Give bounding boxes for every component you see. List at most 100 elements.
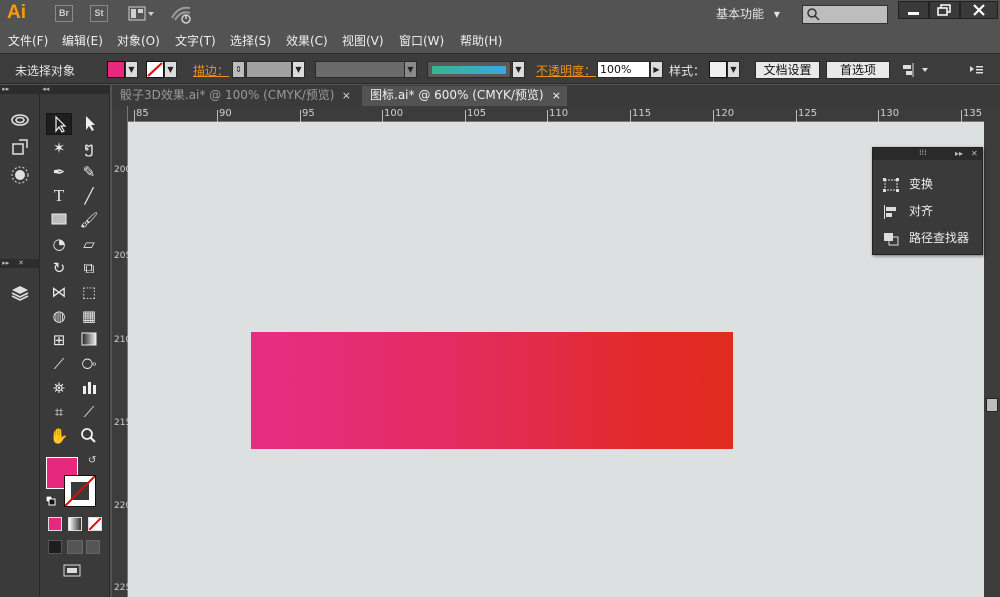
- none-mode-icon[interactable]: [88, 517, 102, 531]
- document-setup-button[interactable]: 文档设置: [755, 61, 820, 79]
- opacity-dropdown[interactable]: ▶: [650, 61, 663, 78]
- stroke-color-swatch[interactable]: [64, 475, 96, 507]
- mesh-tool-icon[interactable]: ⊞: [46, 329, 72, 351]
- slice-tool-icon[interactable]: ⟋: [76, 401, 102, 423]
- preferences-button[interactable]: 首选项: [826, 61, 890, 79]
- shaper-tool-icon[interactable]: ◔: [46, 233, 72, 255]
- menu-view[interactable]: 视图(V): [342, 32, 384, 49]
- restore-button[interactable]: [929, 1, 960, 19]
- fill-dropdown[interactable]: ▼: [125, 61, 138, 78]
- blend-tool-icon[interactable]: ⧂: [76, 353, 102, 375]
- menu-file[interactable]: 文件(F): [8, 32, 48, 49]
- workspace-switcher[interactable]: 基本功能 ▾: [716, 5, 780, 22]
- symbol-sprayer-tool-icon[interactable]: ⛯: [46, 377, 72, 399]
- scale-tool-icon[interactable]: ⧉: [76, 257, 102, 279]
- gradient-rectangle[interactable]: [251, 332, 733, 449]
- fill-swatch[interactable]: [107, 61, 125, 78]
- vertical-scrollbar[interactable]: [984, 106, 1000, 597]
- stock-button[interactable]: St: [90, 5, 108, 22]
- menu-window[interactable]: 窗口(W): [399, 32, 444, 49]
- selection-tool-icon[interactable]: [46, 113, 72, 135]
- menu-select[interactable]: 选择(S): [230, 32, 271, 49]
- default-fill-stroke-icon[interactable]: [45, 495, 56, 506]
- eyedropper-tool-icon[interactable]: ⟋: [46, 353, 72, 375]
- line-segment-tool-icon[interactable]: ╱: [76, 185, 102, 207]
- tab-close-icon[interactable]: ×: [342, 86, 351, 105]
- menu-edit[interactable]: 编辑(E): [62, 32, 103, 49]
- pen-tool-icon[interactable]: ✒: [46, 161, 72, 183]
- shape-builder-tool-icon[interactable]: ◍: [46, 305, 72, 327]
- hand-tool-icon[interactable]: ✋: [46, 425, 72, 447]
- tab-dice-3d[interactable]: 骰子3D效果.ai* @ 100% (CMYK/预览) ×: [112, 86, 357, 106]
- close-icon[interactable]: ✕: [971, 148, 978, 160]
- bridge-button[interactable]: Br: [55, 5, 73, 22]
- draw-inside-icon[interactable]: [86, 540, 100, 554]
- brush-definition[interactable]: [427, 61, 511, 78]
- stroke-dropdown[interactable]: ▼: [164, 61, 177, 78]
- stroke-weight-input[interactable]: [246, 61, 292, 78]
- tools-panel: ◂◂ ✶ ໆ ✒ ✎ T ╱ 🖌 ◔ ▱ ↻ ⧉ ⋈ ⬚ ◍ ▦ ⊞ ⟋ ⧂ ⛯…: [40, 85, 110, 597]
- dock-collapse-handle[interactable]: ▸▸: [0, 85, 40, 94]
- menu-effect[interactable]: 效果(C): [286, 32, 328, 49]
- stroke-label[interactable]: 描边：: [193, 62, 229, 79]
- width-tool-icon[interactable]: ⋈: [46, 281, 72, 303]
- stroke-weight-stepper[interactable]: ⇕: [232, 61, 245, 78]
- column-graph-tool-icon[interactable]: [76, 377, 102, 399]
- eraser-tool-icon[interactable]: ▱: [76, 233, 102, 255]
- artboard-tool-icon[interactable]: ⌗: [46, 401, 72, 423]
- collapse-icon[interactable]: ▸▸: [955, 148, 963, 160]
- layers-icon[interactable]: [10, 283, 30, 303]
- rectangle-tool-icon[interactable]: [46, 209, 72, 231]
- scrollbar-thumb[interactable]: [986, 398, 998, 412]
- graphic-style-dropdown[interactable]: ▼: [727, 61, 740, 78]
- color-mode-icon[interactable]: [48, 517, 62, 531]
- control-panel-menu-icon[interactable]: [968, 63, 984, 77]
- canvas-area[interactable]: [128, 122, 984, 597]
- swap-fill-stroke-icon[interactable]: ↺: [88, 455, 100, 467]
- perspective-grid-tool-icon[interactable]: ▦: [76, 305, 102, 327]
- direct-selection-tool-icon[interactable]: [76, 113, 102, 135]
- stroke-swatch[interactable]: [146, 61, 164, 78]
- variable-width-dropdown[interactable]: ▼: [404, 61, 417, 78]
- gpu-performance-icon[interactable]: [170, 4, 194, 24]
- menu-type[interactable]: 文字(T): [175, 32, 216, 49]
- graphic-style-swatch[interactable]: [709, 61, 727, 78]
- menu-object[interactable]: 对象(O): [117, 32, 160, 49]
- minimize-button[interactable]: [898, 1, 929, 19]
- appearance-icon[interactable]: [10, 165, 30, 185]
- dock-collapse-handle-2[interactable]: ▸▸ ✕: [0, 259, 40, 268]
- magic-wand-tool-icon[interactable]: ✶: [46, 137, 72, 159]
- close-window-button[interactable]: [960, 1, 998, 19]
- brush-dropdown[interactable]: ▼: [512, 61, 525, 78]
- gradient-tool-icon[interactable]: [76, 329, 102, 351]
- free-transform-tool-icon[interactable]: ⬚: [76, 281, 102, 303]
- floating-panel-header[interactable]: ⁞⁞⁞ ▸▸ ✕: [873, 148, 982, 160]
- panel-item-transform[interactable]: 变换: [883, 174, 981, 194]
- stroke-weight-dropdown[interactable]: ▼: [292, 61, 305, 78]
- screen-mode-icon[interactable]: [62, 563, 84, 579]
- opacity-input[interactable]: 100%: [597, 61, 650, 78]
- panel-item-align[interactable]: 对齐: [883, 201, 981, 221]
- creative-cloud-libraries-icon[interactable]: [10, 109, 30, 129]
- curvature-tool-icon[interactable]: ✎: [76, 161, 102, 183]
- gradient-mode-icon[interactable]: [68, 517, 82, 531]
- panel-item-pathfinder[interactable]: 路径查找器: [883, 228, 981, 248]
- tools-panel-header[interactable]: ◂◂: [40, 85, 110, 94]
- minimize-icon: [908, 12, 919, 15]
- opacity-label[interactable]: 不透明度：: [536, 62, 596, 79]
- menu-help[interactable]: 帮助(H): [460, 32, 502, 49]
- tab-icon-doc[interactable]: 图标.ai* @ 600% (CMYK/预览) ×: [362, 86, 567, 106]
- tab-close-icon[interactable]: ×: [552, 86, 561, 105]
- arrange-documents-icon[interactable]: [128, 6, 156, 22]
- draw-behind-icon[interactable]: [67, 540, 83, 554]
- type-tool-icon[interactable]: T: [46, 185, 72, 207]
- asset-export-icon[interactable]: [10, 137, 30, 157]
- align-options-icon[interactable]: [902, 62, 932, 78]
- draw-normal-icon[interactable]: [48, 540, 62, 554]
- lasso-tool-icon[interactable]: ໆ: [76, 137, 102, 159]
- search-input[interactable]: [802, 5, 888, 24]
- paintbrush-tool-icon[interactable]: 🖌: [76, 209, 102, 231]
- variable-width-profile[interactable]: [315, 61, 405, 78]
- rotate-tool-icon[interactable]: ↻: [46, 257, 72, 279]
- zoom-tool-icon[interactable]: [76, 425, 102, 447]
